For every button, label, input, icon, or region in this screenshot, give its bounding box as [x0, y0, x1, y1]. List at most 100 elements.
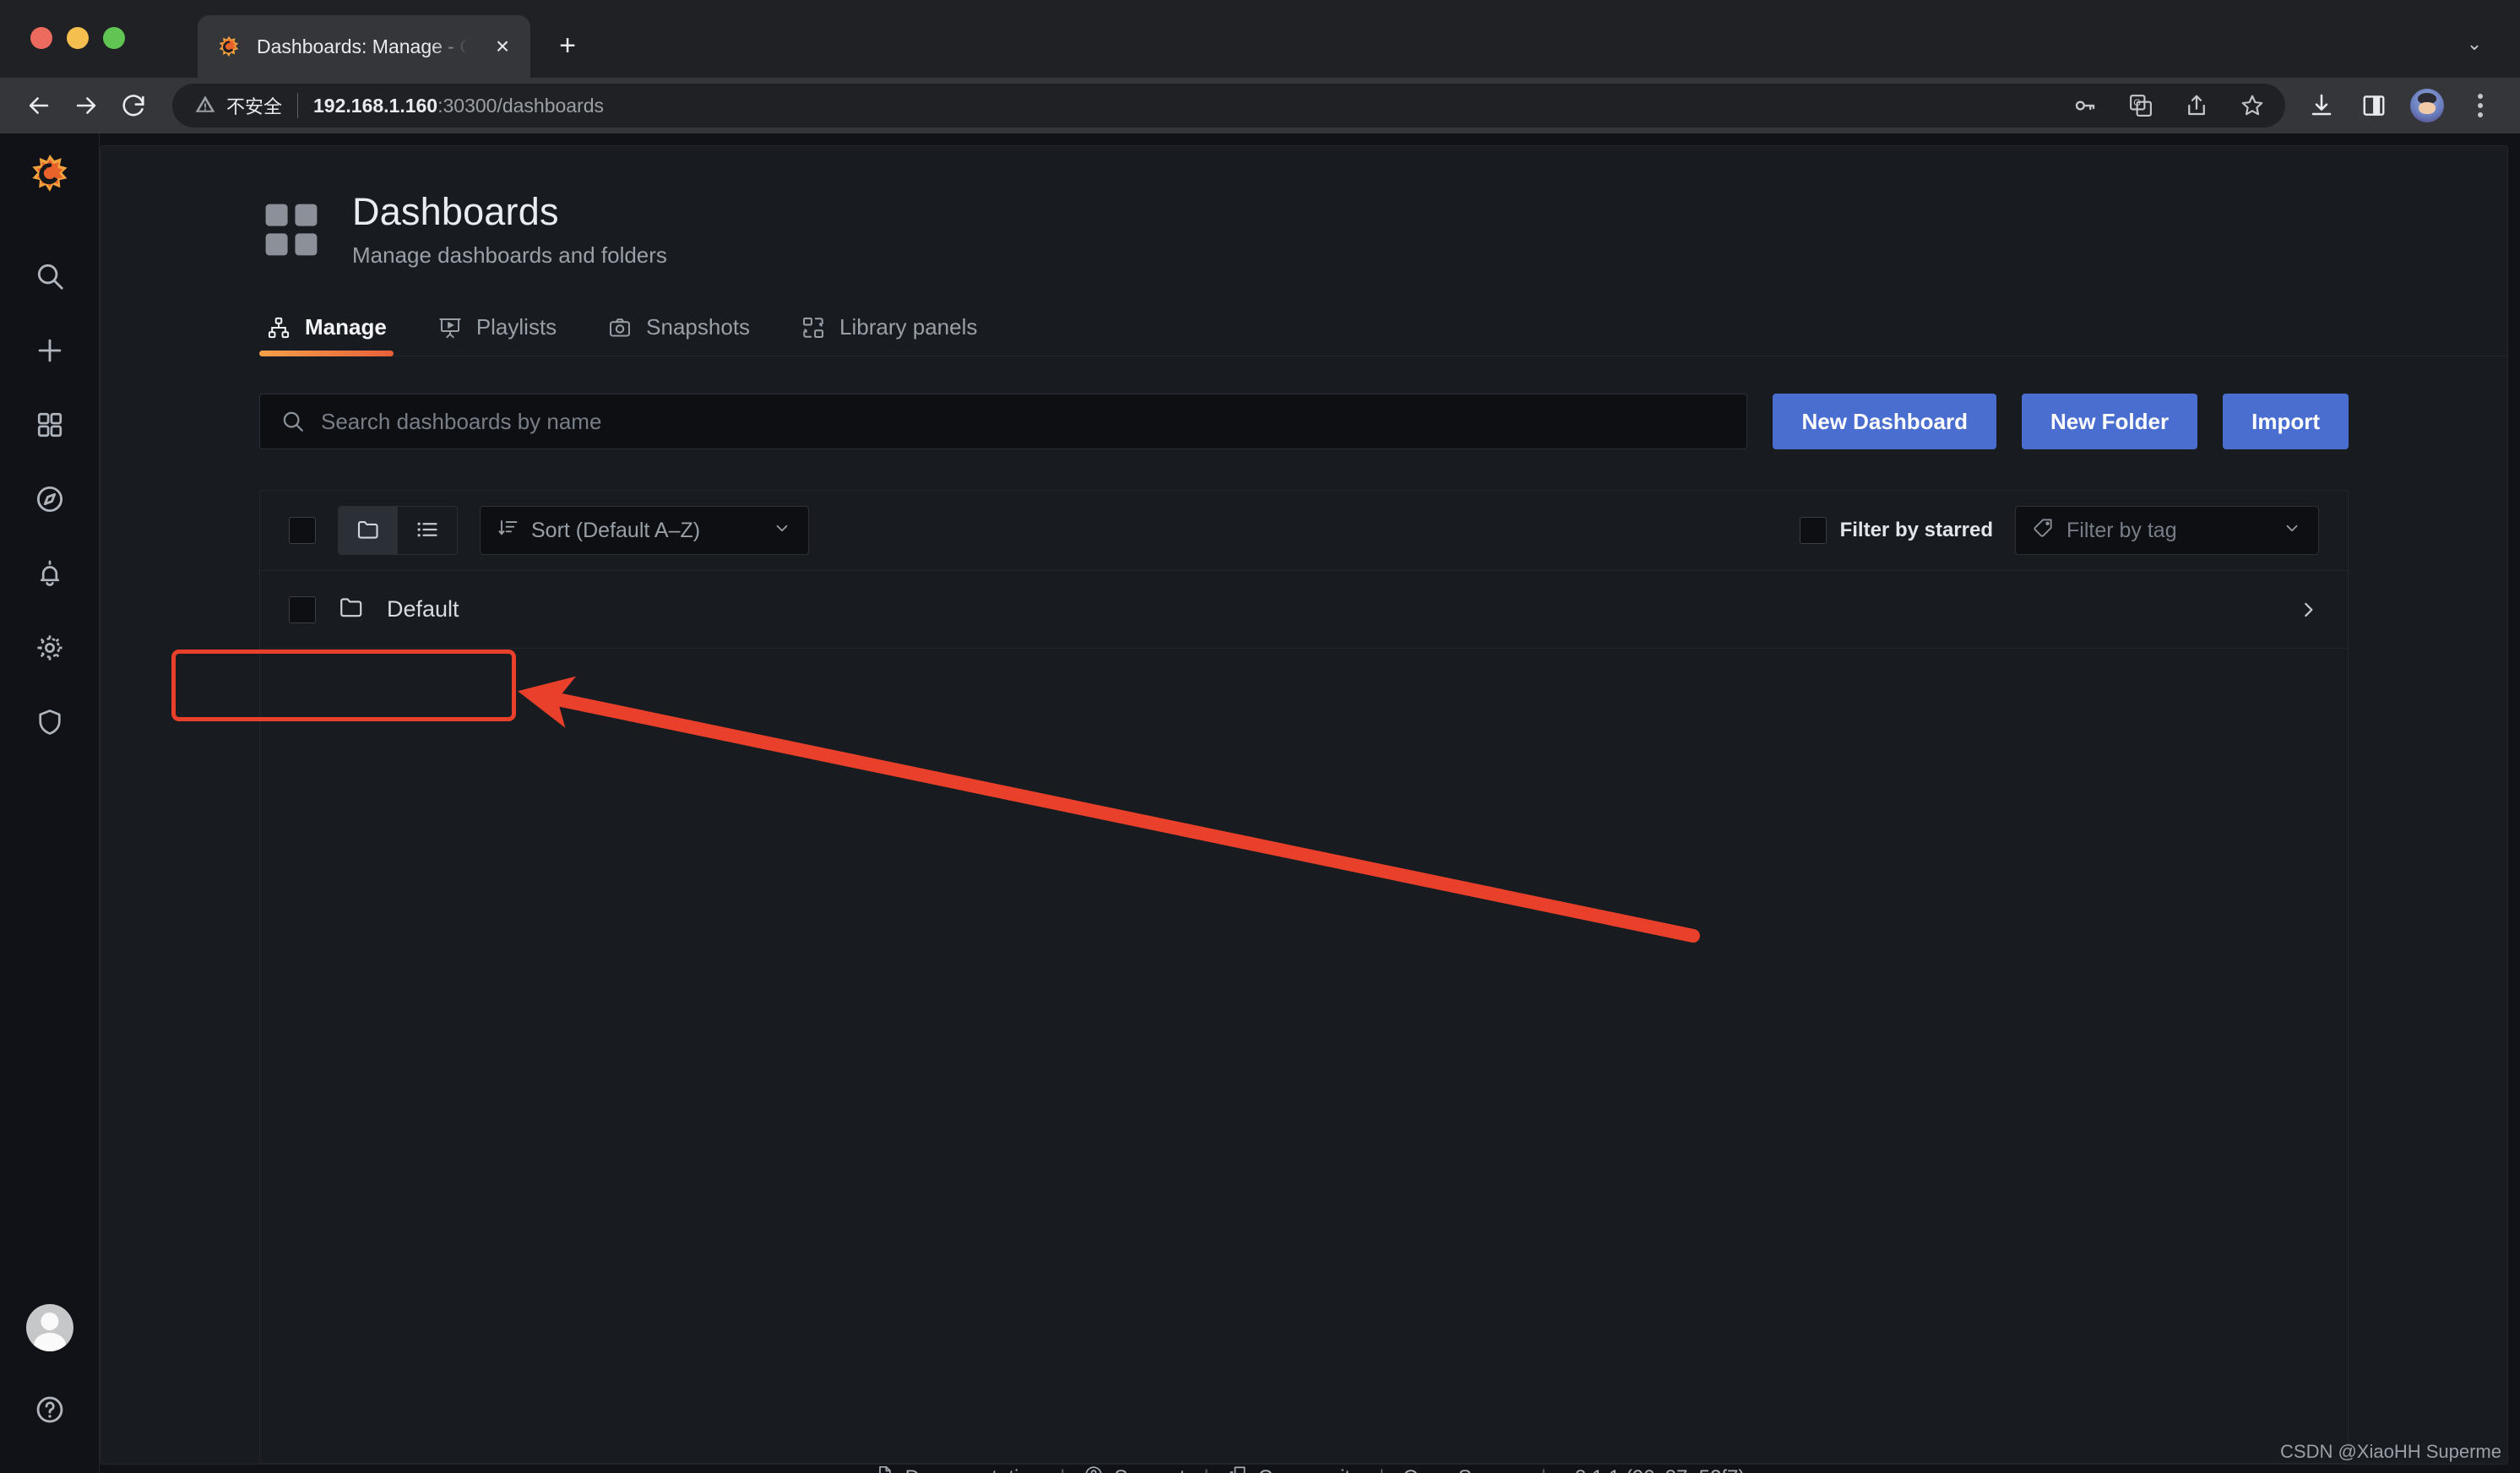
tab-library-panels-label: Library panels	[839, 314, 978, 340]
tab-playlists[interactable]: Playlists	[412, 306, 582, 356]
sidebar-item-configuration[interactable]	[20, 618, 79, 677]
grafana-logo-icon[interactable]	[29, 152, 71, 194]
footer-link-open-source[interactable]: Open Source	[1403, 1466, 1522, 1473]
new-folder-button[interactable]: New Folder	[2021, 394, 2198, 449]
close-icon[interactable]: ×	[488, 32, 517, 61]
footer-version: v8.1.1 (90c87a52f7)	[1565, 1466, 1745, 1473]
url-host: 192.168.1.160	[313, 94, 438, 117]
footer-separator: |	[1379, 1466, 1384, 1473]
tab-library-panels[interactable]: Library panels	[775, 306, 1002, 356]
page-title: Dashboards	[352, 190, 559, 233]
key-icon[interactable]	[2069, 90, 2101, 122]
grafana-app: Dashboards Manage dashboards and folders…	[0, 133, 2520, 1473]
folder-icon	[356, 517, 381, 545]
search-input[interactable]	[321, 408, 1727, 435]
footer: Documentation | Support | Community |	[100, 1465, 2520, 1473]
browser-menu-icon[interactable]	[2464, 94, 2496, 117]
tag-filter-placeholder: Filter by tag	[2067, 518, 2177, 542]
profile-avatar[interactable]	[2410, 89, 2444, 122]
svg-text:G: G	[2133, 98, 2141, 108]
tab-snapshots[interactable]: Snapshots	[582, 306, 775, 356]
grafana-logo-icon	[216, 34, 242, 59]
share-icon[interactable]	[2181, 90, 2213, 122]
search-results-box: Sort (Default A–Z) Filter by starred Fil…	[259, 490, 2349, 1464]
chevron-down-icon[interactable]: ⌄	[2458, 27, 2491, 61]
library-panel-icon	[801, 315, 826, 340]
watermark: CSDN @XiaoHH Superme	[2280, 1441, 2501, 1462]
reload-button[interactable]	[110, 82, 157, 129]
url-path: :30300/dashboards	[437, 94, 605, 117]
browser-tabstrip: Dashboards: Manage - Grafana × + ⌄	[0, 0, 2520, 78]
sort-amount-down-icon	[497, 517, 519, 545]
side-panel-icon[interactable]	[2358, 90, 2390, 122]
filter-by-starred-checkbox[interactable]	[1799, 517, 1827, 544]
question-circle-icon[interactable]	[20, 1380, 79, 1439]
browser-toolbar-actions	[2305, 89, 2496, 122]
window-traffic-lights	[30, 27, 125, 49]
page-subtitle: Manage dashboards and folders	[352, 242, 667, 268]
insecure-warning[interactable]: 不安全	[194, 92, 282, 119]
import-button[interactable]: Import	[2223, 394, 2349, 449]
footer-link-documentation[interactable]: Documentation	[875, 1465, 1041, 1473]
folder-icon	[338, 594, 365, 625]
list-view-button[interactable]	[398, 507, 457, 554]
sort-select[interactable]: Sort (Default A–Z)	[480, 506, 809, 555]
tab-playlists-label: Playlists	[475, 314, 557, 340]
tab-snapshots-label: Snapshots	[646, 314, 751, 340]
folder-row-checkbox[interactable]	[289, 595, 316, 623]
insecure-label: 不安全	[226, 96, 283, 117]
back-button[interactable]	[15, 82, 62, 129]
omnibox-divider	[297, 93, 299, 118]
folder-view-button[interactable]	[339, 507, 398, 554]
list-icon	[415, 517, 440, 545]
tab-manage[interactable]: Manage	[259, 306, 412, 356]
starred-filter[interactable]: Filter by starred	[1799, 517, 1993, 544]
new-dashboard-button[interactable]: New Dashboard	[1773, 394, 1996, 449]
footer-link-community[interactable]: Community	[1228, 1465, 1360, 1473]
warning-triangle-icon	[194, 93, 216, 119]
filter-by-starred-label: Filter by starred	[1839, 519, 1993, 541]
star-icon[interactable]	[2236, 90, 2268, 122]
sitemap-icon	[266, 315, 291, 340]
sort-label: Sort (Default A–Z)	[531, 518, 701, 542]
browser-tab[interactable]: Dashboards: Manage - Grafana ×	[198, 15, 530, 78]
url-text: 192.168.1.160:30300/dashboards	[313, 95, 604, 117]
sidebar-item-alerting[interactable]	[20, 544, 79, 603]
tag-icon	[2033, 517, 2055, 545]
chevron-right-icon[interactable]	[2297, 599, 2319, 621]
translate-icon[interactable]: G	[2125, 90, 2157, 122]
search-input-wrapper[interactable]	[259, 394, 1748, 449]
new-tab-button[interactable]: +	[549, 27, 586, 64]
footer-separator: |	[1060, 1466, 1065, 1473]
footer-label: v8.1.1 (90c87a52f7)	[1565, 1466, 1745, 1473]
footer-label: Support	[1114, 1466, 1185, 1473]
sidebar-item-search[interactable]	[20, 247, 79, 306]
minimize-window-button[interactable]	[67, 27, 89, 49]
chevron-down-icon	[2283, 519, 2301, 543]
browser-tab-title: Dashboards: Manage - Grafana	[257, 35, 468, 57]
footer-label: Documentation	[905, 1466, 1041, 1473]
sidebar-item-create[interactable]	[20, 321, 79, 380]
select-all-checkbox[interactable]	[289, 517, 316, 544]
camera-icon	[607, 315, 633, 340]
sidebar	[0, 133, 100, 1473]
main-content: Dashboards Manage dashboards and folders…	[100, 133, 2520, 1473]
sidebar-item-server-admin[interactable]	[20, 693, 79, 752]
folder-row-default[interactable]: Default	[260, 571, 2348, 649]
folder-name: Default	[387, 596, 459, 622]
avatar[interactable]	[25, 1304, 73, 1351]
forward-button[interactable]	[62, 82, 110, 129]
footer-label: Community	[1258, 1466, 1360, 1473]
tag-filter-select[interactable]: Filter by tag	[2015, 506, 2319, 555]
sidebar-item-dashboards[interactable]	[20, 395, 79, 454]
sidebar-item-explore[interactable]	[20, 470, 79, 529]
page-panel: Dashboards Manage dashboards and folders…	[100, 145, 2508, 1465]
download-icon[interactable]	[2305, 90, 2338, 122]
maximize-window-button[interactable]	[103, 27, 125, 49]
address-bar[interactable]: 不安全 192.168.1.160:30300/dashboards G	[172, 84, 2285, 128]
search-area: New Dashboard New Folder Import	[100, 356, 2507, 449]
footer-separator: |	[1541, 1466, 1546, 1473]
close-window-button[interactable]	[30, 27, 52, 49]
footer-link-support[interactable]: Support	[1083, 1465, 1185, 1473]
tab-bar: Manage Playlists Snapshots Library panel…	[259, 306, 2507, 356]
